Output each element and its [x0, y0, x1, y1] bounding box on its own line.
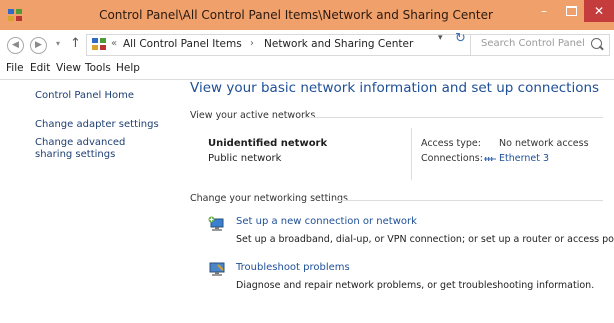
setup-connection-link[interactable]: Set up a new connection or network — [236, 216, 417, 227]
up-button[interactable]: ↑ — [70, 36, 81, 51]
troubleshoot-problems-link[interactable]: Troubleshoot problems — [236, 262, 350, 273]
change-advanced-sharing-link[interactable]: Change advanced sharing settings — [35, 137, 165, 161]
search-icon[interactable] — [591, 38, 602, 49]
navigation-bar: ◀ ▶ ▾ ↑ « All Control Panel Items › Netw… — [0, 30, 614, 61]
back-button[interactable]: ◀ — [7, 37, 24, 54]
change-settings-label: Change your networking settings — [190, 193, 348, 204]
window-title: Control Panel\All Control Panel Items\Ne… — [99, 8, 493, 22]
address-dropdown-button[interactable]: ▾ — [438, 33, 443, 43]
network-name: Unidentified network — [208, 138, 328, 149]
change-adapter-settings-link[interactable]: Change adapter settings — [35, 119, 159, 131]
menu-edit[interactable]: Edit — [30, 62, 50, 74]
network-divider — [411, 128, 412, 180]
search-placeholder: Search Control Panel — [481, 38, 585, 49]
connections-label: Connections: — [421, 153, 483, 164]
maximize-button[interactable] — [559, 0, 583, 22]
control-panel-home-link[interactable]: Control Panel Home — [35, 90, 134, 102]
active-networks-label: View your active networks — [190, 110, 316, 121]
maximize-icon — [565, 6, 577, 16]
menu-file[interactable]: File — [6, 62, 24, 74]
breadcrumb-all-items[interactable]: All Control Panel Items — [123, 38, 242, 50]
menu-help[interactable]: Help — [116, 62, 140, 74]
left-pane: Control Panel Home Change adapter settin… — [0, 80, 175, 323]
minimize-button[interactable]: – — [531, 0, 557, 22]
ethernet-connection-link[interactable]: Ethernet 3 — [499, 153, 549, 164]
network-sharing-window: Control Panel\All Control Panel Items\Ne… — [0, 0, 614, 323]
access-type-value: No network access — [499, 138, 589, 149]
forward-button[interactable]: ▶ — [30, 37, 47, 54]
troubleshoot-description: Diagnose and repair network problems, or… — [236, 280, 595, 291]
search-input[interactable]: Search Control Panel — [470, 34, 610, 56]
refresh-button[interactable]: ↻ — [455, 31, 466, 46]
setup-connection-description: Set up a broadband, dial-up, or VPN conn… — [236, 234, 614, 245]
title-bar[interactable]: Control Panel\All Control Panel Items\Ne… — [0, 0, 614, 30]
new-connection-icon — [208, 216, 224, 231]
recent-locations-button[interactable]: ▾ — [56, 39, 60, 48]
page-heading: View your basic network information and … — [190, 80, 600, 96]
breadcrumb-separator[interactable]: › — [250, 38, 254, 49]
menu-view[interactable]: View — [56, 62, 81, 74]
network-type[interactable]: Public network — [208, 153, 281, 164]
breadcrumb-separator[interactable]: « — [111, 38, 117, 49]
menu-bar: File Edit View Tools Help — [0, 60, 614, 80]
main-content: View your basic network information and … — [175, 80, 614, 323]
close-button[interactable]: ✕ — [584, 0, 614, 22]
troubleshoot-icon — [209, 262, 225, 276]
section-divider — [303, 117, 603, 118]
section-divider — [335, 200, 603, 201]
control-panel-icon — [8, 9, 22, 21]
address-bar[interactable]: « All Control Panel Items › Network and … — [86, 34, 481, 56]
access-type-label: Access type: — [421, 138, 481, 149]
breadcrumb-network-sharing[interactable]: Network and Sharing Center — [264, 38, 413, 50]
ethernet-icon — [484, 157, 496, 161]
control-panel-icon — [92, 38, 106, 50]
menu-tools[interactable]: Tools — [85, 62, 111, 74]
